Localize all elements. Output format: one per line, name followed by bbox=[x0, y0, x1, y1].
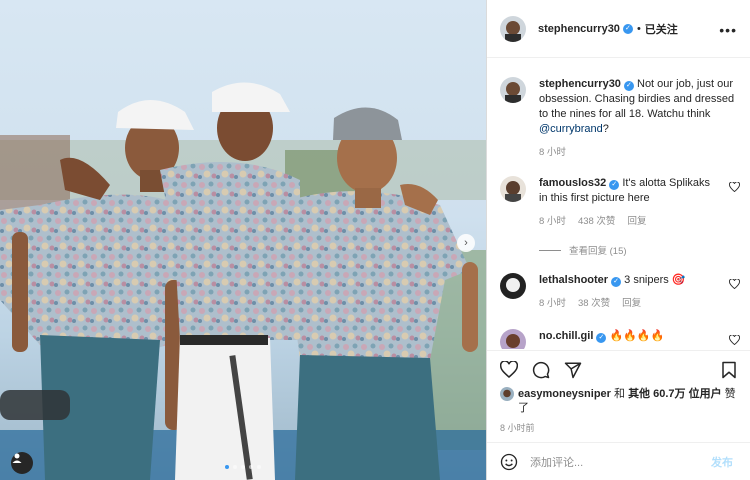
verified-badge-icon: ✓ bbox=[623, 81, 634, 91]
tagged-users-button[interactable] bbox=[11, 452, 33, 474]
comment-likes[interactable]: 438 次赞 bbox=[578, 214, 616, 229]
comment-text: 3 snipers 🎯 bbox=[624, 274, 686, 286]
reply-button[interactable]: 回复 bbox=[622, 296, 641, 311]
caption-username[interactable]: stephencurry30 bbox=[539, 78, 621, 90]
comment-item: no.chill.gil ✓ 🔥🔥🔥🔥 bbox=[500, 329, 740, 349]
comment-likes[interactable]: 38 次赞 bbox=[578, 296, 610, 311]
chevron-right-icon: › bbox=[464, 237, 468, 249]
commenter-avatar[interactable] bbox=[500, 329, 526, 349]
likes-connector: 和 bbox=[614, 388, 625, 400]
verified-badge-icon: ✓ bbox=[611, 277, 622, 287]
caption-author-avatar[interactable] bbox=[500, 77, 526, 103]
reply-button[interactable]: 回复 bbox=[627, 214, 646, 229]
next-image-button[interactable]: › bbox=[457, 234, 475, 252]
author-username[interactable]: stephencurry30 bbox=[538, 23, 620, 35]
post-comment-button[interactable]: 发布 bbox=[711, 454, 733, 470]
avatar-image bbox=[500, 273, 526, 299]
caption-tail: ? bbox=[602, 123, 609, 135]
more-options-icon[interactable]: ••• bbox=[719, 22, 737, 38]
comment-input[interactable]: 添加评论... bbox=[530, 454, 711, 470]
verified-badge-icon: ✓ bbox=[622, 23, 633, 34]
user-icon bbox=[12, 453, 22, 463]
likes-summary: easymoneysniper 和 其他 60.7万 位用户 赞了 bbox=[500, 387, 740, 415]
header-separator: • bbox=[636, 22, 641, 35]
post-photo[interactable]: › bbox=[0, 0, 486, 480]
replies-line bbox=[539, 249, 561, 251]
golfers-photo-illustration bbox=[0, 82, 486, 480]
avatar-image bbox=[500, 387, 514, 401]
post-actions: easymoneysniper 和 其他 60.7万 位用户 赞了 8 小时前 bbox=[487, 350, 750, 440]
post-side-panel: stephencurry30 ✓ • 已关注 ••• stephencurry3… bbox=[486, 0, 750, 480]
verified-badge-icon: ✓ bbox=[609, 180, 620, 190]
commenter-avatar[interactable] bbox=[500, 176, 526, 202]
like-comment-heart-icon[interactable] bbox=[729, 335, 740, 345]
post-header: stephencurry30 ✓ • 已关注 ••• bbox=[487, 0, 750, 58]
comment-username[interactable]: no.chill.gil bbox=[539, 330, 593, 342]
avatar-image bbox=[500, 15, 526, 42]
caption-mention-link[interactable]: @currybrand bbox=[539, 123, 603, 135]
save-bookmark-icon[interactable] bbox=[721, 361, 737, 379]
caption-time: 8 小时 bbox=[539, 147, 566, 158]
carousel-dot bbox=[257, 465, 261, 469]
carousel-indicator bbox=[225, 465, 261, 469]
comment-item: famouslos32 ✓ It's alotta Splikaks in thi… bbox=[500, 176, 740, 229]
like-heart-icon[interactable] bbox=[500, 361, 518, 378]
following-button[interactable]: 已关注 bbox=[645, 21, 678, 37]
comment-time: 8 小时 bbox=[539, 216, 566, 227]
author-avatar[interactable] bbox=[500, 15, 526, 42]
caption: stephencurry30 ✓ Not our job, just our ob… bbox=[500, 77, 740, 160]
view-replies-label: 查看回复 (15) bbox=[569, 246, 627, 257]
caption-text: stephencurry30 ✓ Not our job, just our ob… bbox=[539, 77, 740, 137]
carousel-dot bbox=[225, 465, 229, 469]
like-comment-heart-icon[interactable] bbox=[729, 182, 740, 192]
carousel-dot bbox=[241, 465, 245, 469]
avatar-image bbox=[500, 77, 526, 103]
carousel-dot bbox=[249, 465, 253, 469]
commenter-avatar[interactable] bbox=[500, 273, 526, 299]
likes-others[interactable]: 其他 60.7万 位用户 bbox=[628, 388, 722, 400]
liker-username[interactable]: easymoneysniper bbox=[518, 388, 611, 400]
comment-username[interactable]: lethalshooter bbox=[539, 274, 608, 286]
view-replies-button[interactable]: 查看回复 (15) bbox=[539, 243, 627, 257]
comment-text: 🔥🔥🔥🔥 bbox=[609, 330, 665, 342]
comment-bubble-icon[interactable] bbox=[532, 361, 550, 379]
post-timestamp[interactable]: 8 小时前 bbox=[500, 421, 535, 434]
comment-time: 8 小时 bbox=[539, 298, 566, 309]
carousel-dot bbox=[233, 465, 237, 469]
comments-list[interactable]: stephencurry30 ✓ Not our job, just our ob… bbox=[487, 59, 750, 349]
like-comment-heart-icon[interactable] bbox=[729, 279, 740, 289]
comment-item: lethalshooter ✓ 3 snipers 🎯 8 小时 38 次赞 回复 bbox=[500, 273, 740, 311]
add-comment-bar: 添加评论... 发布 bbox=[487, 442, 750, 480]
avatar-image bbox=[500, 329, 526, 349]
avatar-image bbox=[500, 176, 526, 202]
liker-avatar[interactable] bbox=[500, 387, 514, 401]
emoji-icon[interactable] bbox=[500, 453, 518, 471]
verified-badge-icon: ✓ bbox=[596, 333, 607, 343]
comment-username[interactable]: famouslos32 bbox=[539, 177, 606, 189]
share-direct-icon[interactable] bbox=[564, 361, 582, 379]
